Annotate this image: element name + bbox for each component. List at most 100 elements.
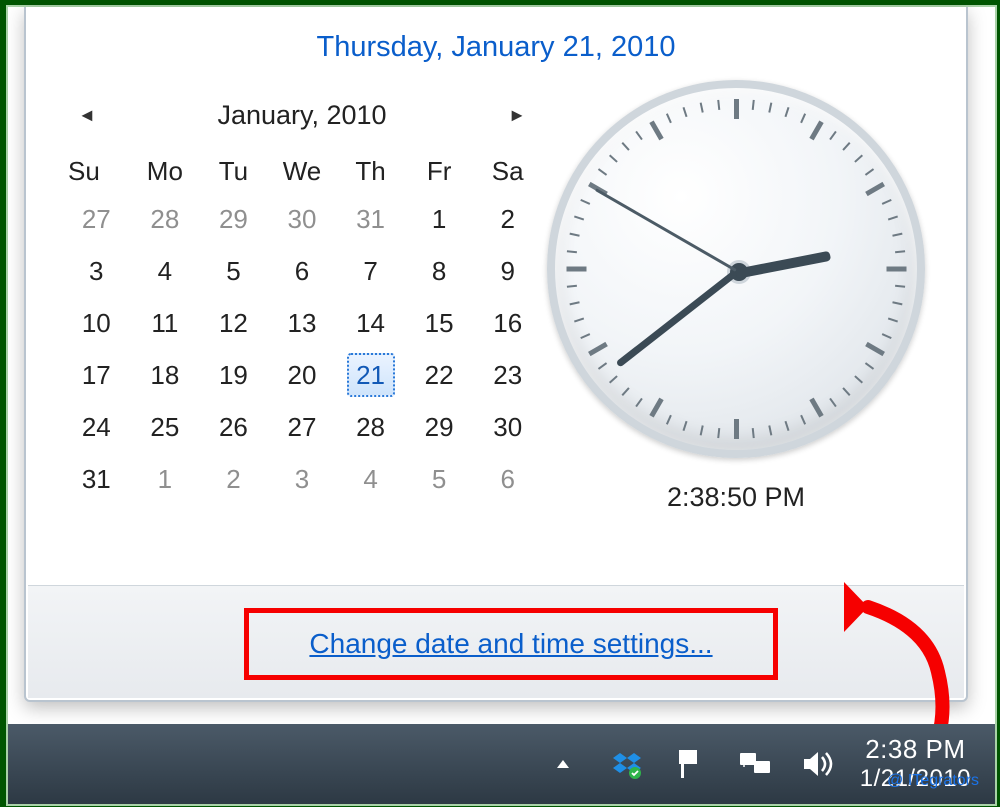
clock-second-hand [595,188,737,272]
calendar-day[interactable]: 6 [473,453,542,505]
clock-tick [734,419,739,439]
calendar-day[interactable]: 19 [199,349,268,401]
date-time-flyout: Thursday, January 21, 2010 ◄ January, 20… [24,7,968,702]
clock-tick [635,131,642,140]
clock-tick [574,216,584,221]
calendar-day[interactable]: 11 [131,297,200,349]
calendar-day[interactable]: 27 [62,193,131,245]
clock-tick [649,398,663,418]
clock-tick [886,267,906,272]
calendar-day[interactable]: 3 [62,245,131,297]
clock-tick [683,421,688,431]
clock-tick [842,387,850,396]
calendar-dow: Fr [405,149,474,193]
calendar-day[interactable]: 14 [336,297,405,349]
clock-tick [895,250,905,253]
clock-tick [888,317,898,322]
calendar-day[interactable]: 2 [473,193,542,245]
clock-panel: 2:38:50 PM [542,86,930,513]
calendar-day[interactable]: 8 [405,245,474,297]
clock-minute-hand [616,270,739,368]
calendar-day[interactable]: 18 [131,349,200,401]
clock-tick [649,121,663,141]
clock-tick [598,168,607,175]
clock-tick [865,168,874,175]
clock-tick [598,362,607,369]
calendar-day[interactable]: 1 [405,193,474,245]
clock-tick [635,398,642,407]
calendar-day[interactable]: 22 [405,349,474,401]
calendar-dow: Tu [199,149,268,193]
analog-clock [547,80,925,458]
clock-tick [882,199,892,205]
calendar-day[interactable]: 30 [268,193,337,245]
current-full-date: Thursday, January 21, 2010 [317,31,676,63]
clock-tick [800,113,806,123]
calendar-dow: Su [62,149,131,193]
clock-tick [888,216,898,221]
clock-tick [683,107,688,117]
calendar-day[interactable]: 4 [336,453,405,505]
calendar-day[interactable]: 30 [473,401,542,453]
clock-hour-hand [735,251,831,279]
clock-tick [809,121,823,141]
calendar-day[interactable]: 24 [62,401,131,453]
clock-tick [717,428,720,438]
clock-tick [829,131,836,140]
calendar-day[interactable]: 25 [131,401,200,453]
clock-tick [752,100,755,110]
prev-month-button[interactable]: ◄ [78,105,96,126]
calendar-day[interactable]: 3 [268,453,337,505]
highlight-change-settings: Change date and time settings... [244,608,778,680]
calendar-day[interactable]: 7 [336,245,405,297]
change-date-time-link[interactable]: Change date and time settings... [309,628,712,660]
clock-tick [609,375,618,383]
calendar-day-selected[interactable]: 21 [336,349,405,401]
calendar-day[interactable]: 31 [336,193,405,245]
calendar-day[interactable]: 13 [268,297,337,349]
clock-tick [829,398,836,407]
calendar-day[interactable]: 9 [473,245,542,297]
clock-tick [865,182,885,196]
calendar-day[interactable]: 6 [268,245,337,297]
calendar-day[interactable]: 12 [199,297,268,349]
calendar-day[interactable]: 15 [405,297,474,349]
clock-tick [570,233,580,237]
calendar-day[interactable]: 16 [473,297,542,349]
network-icon[interactable] [738,747,772,781]
calendar-day[interactable]: 31 [62,453,131,505]
clock-tick [854,375,863,383]
calendar-month-label[interactable]: January, 2010 [217,100,386,131]
volume-icon[interactable] [802,747,836,781]
action-center-icon[interactable] [674,747,708,781]
clock-tick [784,421,789,431]
clock-tick [892,233,902,237]
calendar-day[interactable]: 29 [199,193,268,245]
next-month-button[interactable]: ► [508,105,526,126]
calendar-day[interactable]: 10 [62,297,131,349]
dropbox-icon[interactable] [610,747,644,781]
calendar-day[interactable]: 28 [336,401,405,453]
calendar-day[interactable]: 23 [473,349,542,401]
calendar-grid: SuMoTuWeThFrSa27282930311234567891011121… [62,149,542,505]
calendar: ◄ January, 2010 ► SuMoTuWeThFrSa27282930… [62,86,542,513]
digital-time: 2:38:50 PM [667,482,805,513]
clock-tick [700,425,704,435]
clock-tick [865,362,874,369]
calendar-day[interactable]: 2 [199,453,268,505]
clock-tick [622,387,630,396]
calendar-day[interactable]: 1 [131,453,200,505]
calendar-day[interactable]: 4 [131,245,200,297]
taskbar-time: 2:38 PM [860,734,971,765]
clock-tick [580,199,590,205]
clock-tick [734,99,739,119]
calendar-day[interactable]: 27 [268,401,337,453]
calendar-day[interactable]: 28 [131,193,200,245]
calendar-day[interactable]: 5 [405,453,474,505]
calendar-day[interactable]: 17 [62,349,131,401]
calendar-day[interactable]: 5 [199,245,268,297]
calendar-day[interactable]: 20 [268,349,337,401]
show-hidden-icons[interactable] [546,747,580,781]
calendar-day[interactable]: 29 [405,401,474,453]
calendar-day[interactable]: 26 [199,401,268,453]
